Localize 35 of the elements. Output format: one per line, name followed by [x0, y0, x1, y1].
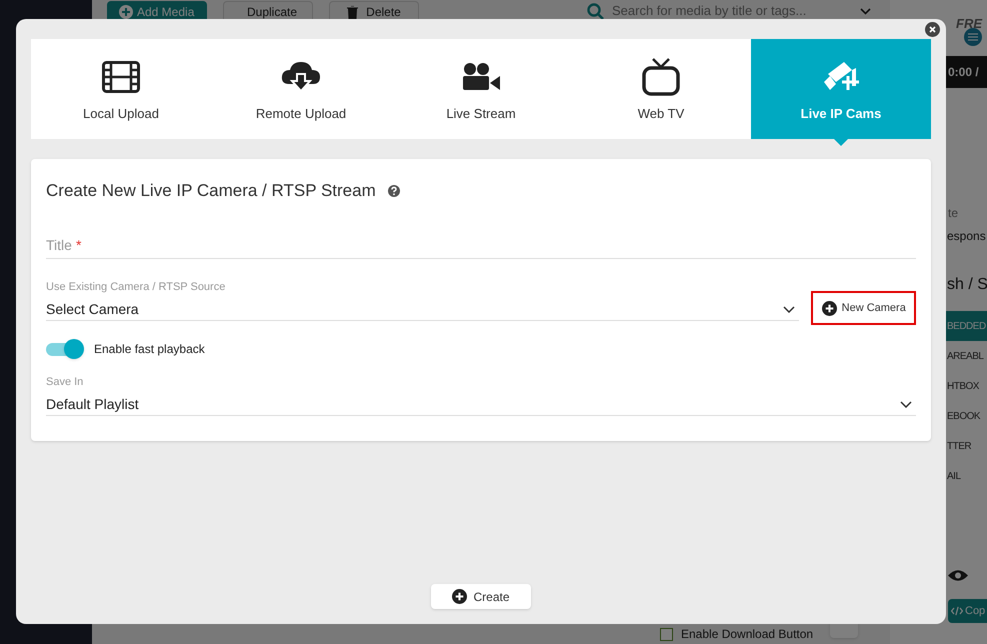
chevron-down-icon: [900, 401, 912, 408]
search-icon: [587, 2, 604, 20]
playlist-dropdown[interactable]: Default Playlist: [46, 394, 916, 416]
section-heading: sh / S: [946, 275, 987, 295]
camera-dropdown[interactable]: Select Camera: [46, 299, 800, 321]
chevron-down-icon: [783, 306, 796, 313]
field-label: te: [947, 205, 960, 222]
help-icon: [388, 185, 400, 197]
form-title: Create New Live IP Camera / RTSP Stream: [46, 180, 376, 202]
chevron-down-icon: [860, 8, 871, 14]
title-field[interactable]: Title *: [46, 233, 916, 259]
eye-icon: [948, 569, 968, 582]
video-camera-icon: [461, 62, 501, 92]
plus-icon: [119, 5, 133, 19]
checkbox-label: Enable Download Button: [681, 627, 814, 641]
toggle-switch[interactable]: [46, 339, 84, 359]
plus-icon: [452, 589, 468, 604]
film-icon: [102, 61, 140, 93]
trash-icon: [347, 6, 358, 18]
field-value: espons: [946, 228, 987, 245]
code-icon: [951, 606, 963, 616]
new-camera-button[interactable]: New Camera: [811, 291, 916, 325]
plus-icon: [822, 300, 837, 316]
field-label: Use Existing Camera / RTSP Source: [46, 280, 226, 293]
toggle-label: Enable fast playback: [94, 341, 205, 358]
brand-logo: FRE: [955, 15, 984, 28]
pointer-icon: [834, 139, 848, 146]
tv-icon: [642, 58, 680, 96]
search-field[interactable]: Search for media by title or tags...: [587, 0, 887, 22]
checkbox[interactable]: [660, 628, 673, 640]
list-icon: [962, 28, 984, 46]
create-button[interactable]: Create: [431, 584, 531, 609]
close-icon: [929, 26, 936, 33]
field-label: Save In: [46, 375, 84, 388]
time-label: 0:00 /: [948, 64, 979, 81]
